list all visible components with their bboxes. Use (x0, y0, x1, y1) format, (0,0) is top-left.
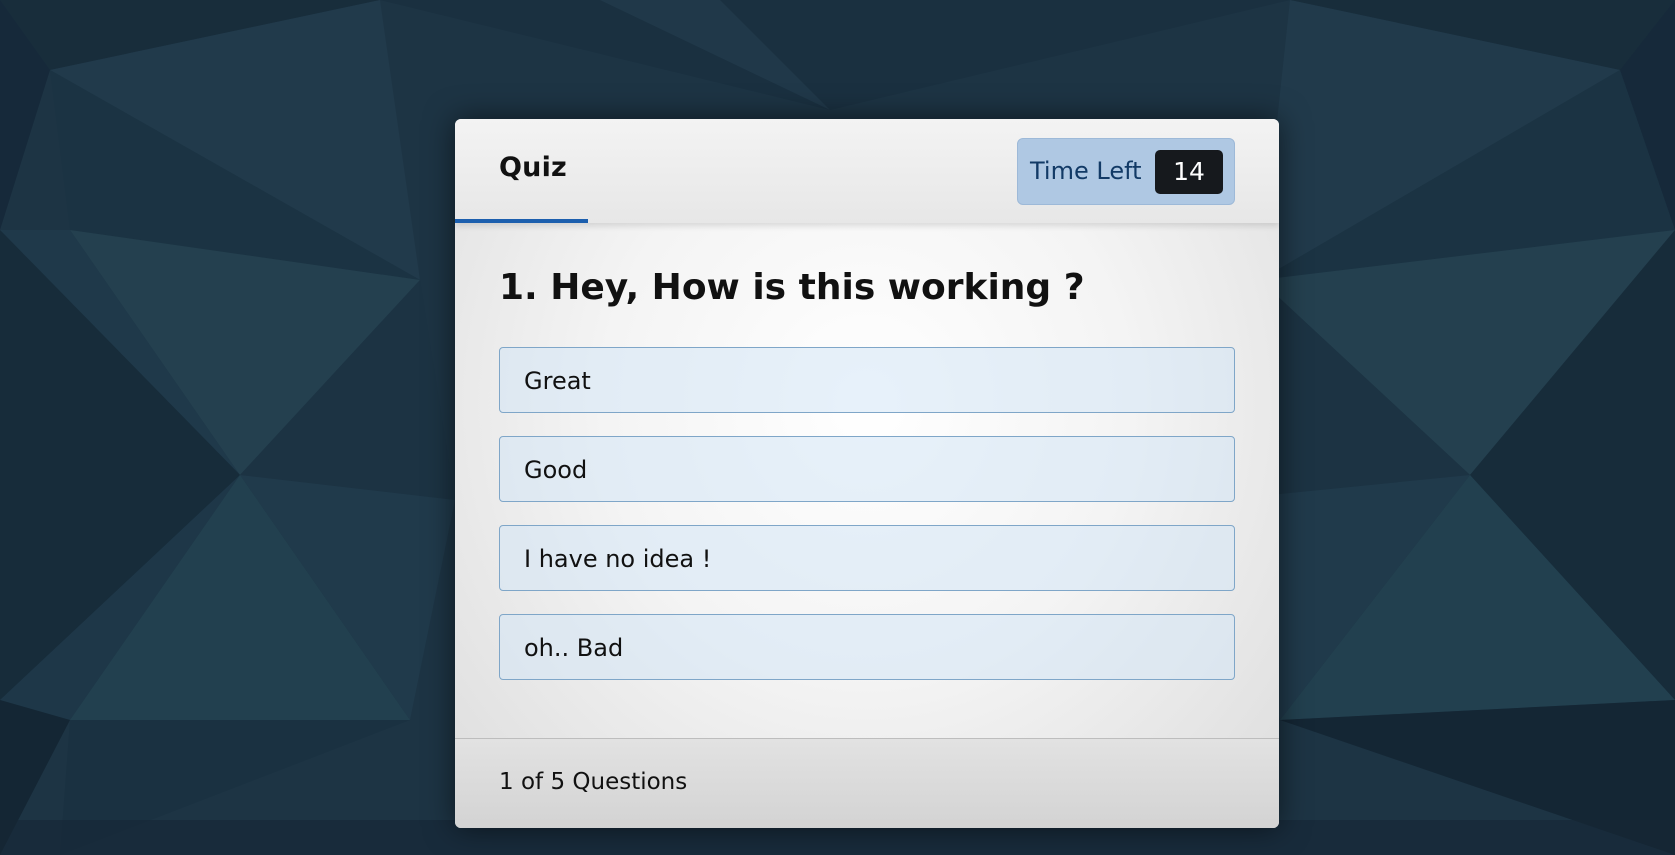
question-text: 1. Hey, How is this working ? (499, 267, 1085, 308)
time-left-counter: 14 (1155, 150, 1223, 194)
answer-options: Great Good I have no idea ! oh.. Bad (499, 347, 1235, 703)
total-questions-number: 5 (550, 769, 566, 795)
progress-suffix: Questions (572, 769, 688, 795)
answer-option[interactable]: Great (499, 347, 1235, 413)
quiz-card: Quiz Time Left 14 1. Hey, How is this wo… (455, 119, 1279, 828)
answer-option[interactable]: Good (499, 436, 1235, 502)
time-left-label: Time Left (1030, 157, 1142, 185)
answer-option-label: Good (524, 456, 588, 484)
tab-quiz[interactable]: Quiz (455, 119, 588, 223)
answer-option[interactable]: I have no idea ! (499, 525, 1235, 591)
time-left-badge: Time Left 14 (1017, 138, 1235, 205)
answer-option-label: I have no idea ! (524, 545, 712, 573)
quiz-title: Quiz (499, 152, 567, 183)
active-tab-indicator (455, 219, 588, 223)
progress-of-text: of (520, 769, 544, 795)
answer-option-label: oh.. Bad (524, 634, 624, 662)
answer-option-label: Great (524, 367, 591, 395)
quiz-header: Quiz Time Left 14 (455, 119, 1279, 223)
answer-option[interactable]: oh.. Bad (499, 614, 1235, 680)
current-question-number: 1 (499, 769, 514, 795)
quiz-footer: 1 of 5 Questions (455, 738, 1279, 828)
question-progress: 1 of 5 Questions (499, 769, 687, 795)
